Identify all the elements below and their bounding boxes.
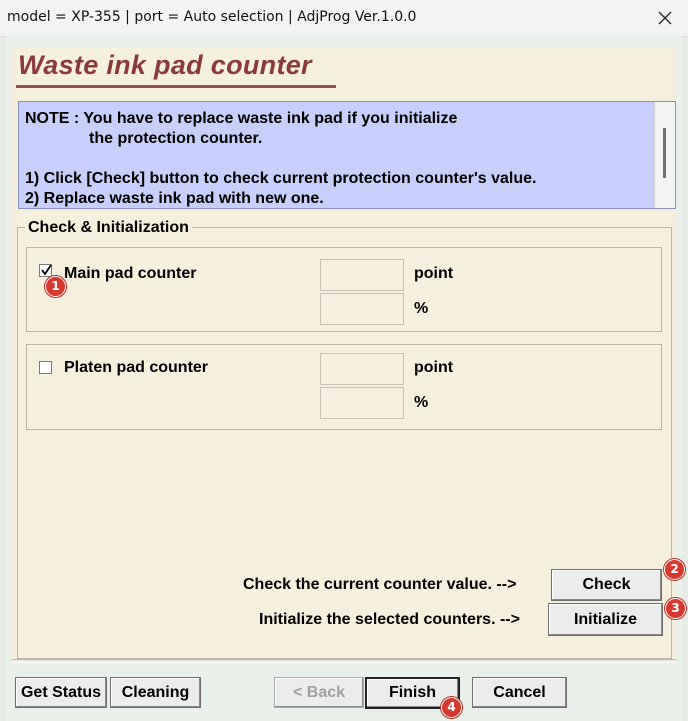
title-bar: model = XP-355 | port = Auto selection |… xyxy=(0,0,688,37)
title-underline xyxy=(16,85,336,88)
cleaning-button[interactable]: Cleaning xyxy=(110,677,201,708)
initialize-button[interactable]: Initialize xyxy=(548,603,663,636)
note-line-4: 2) Replace waste ink pad with new one. xyxy=(25,190,324,207)
step-badge-2: 2 xyxy=(664,559,685,580)
main-pad-percent-field[interactable] xyxy=(320,293,404,325)
get-status-button[interactable]: Get Status xyxy=(15,677,107,708)
back-button[interactable]: < Back xyxy=(274,677,364,708)
platen-pad-point-unit: point xyxy=(414,359,454,376)
note-box: NOTE : You have to replace waste ink pad… xyxy=(18,101,676,209)
main-pad-label: Main pad counter xyxy=(64,265,197,282)
platen-pad-checkbox[interactable] xyxy=(39,361,52,374)
platen-pad-point-field[interactable] xyxy=(320,353,404,385)
cancel-button[interactable]: Cancel xyxy=(472,677,567,708)
close-button[interactable] xyxy=(642,0,688,36)
main-pad-checkbox[interactable] xyxy=(39,264,52,277)
platen-pad-percent-unit: % xyxy=(414,394,429,411)
page-title: Waste ink pad counter xyxy=(18,50,312,80)
note-line-3: 1) Click [Check] button to check current… xyxy=(25,170,537,187)
main-pad-percent-unit: % xyxy=(414,300,429,317)
note-scrollbar[interactable] xyxy=(654,102,675,208)
step-badge-1: 1 xyxy=(45,276,66,297)
check-button[interactable]: Check xyxy=(551,569,662,601)
note-line-2: the protection counter. xyxy=(89,130,263,147)
check-init-legend: Check & Initialization xyxy=(25,219,192,237)
footer-separator xyxy=(12,659,676,663)
main-pad-point-field[interactable] xyxy=(320,259,404,291)
note-line-1: NOTE : You have to replace waste ink pad… xyxy=(25,110,458,127)
step-badge-4: 4 xyxy=(441,697,462,718)
platen-pad-percent-field[interactable] xyxy=(320,387,404,419)
close-icon xyxy=(658,11,672,25)
initialize-instruction: Initialize the selected counters. --> xyxy=(259,611,520,628)
window-title: model = XP-355 | port = Auto selection |… xyxy=(7,9,417,25)
main-pad-point-unit: point xyxy=(414,265,454,282)
platen-pad-label: Platen pad counter xyxy=(64,359,209,376)
note-scrollbar-thumb[interactable] xyxy=(663,128,666,178)
step-badge-3: 3 xyxy=(665,598,686,619)
check-instruction: Check the current counter value. --> xyxy=(243,576,517,593)
